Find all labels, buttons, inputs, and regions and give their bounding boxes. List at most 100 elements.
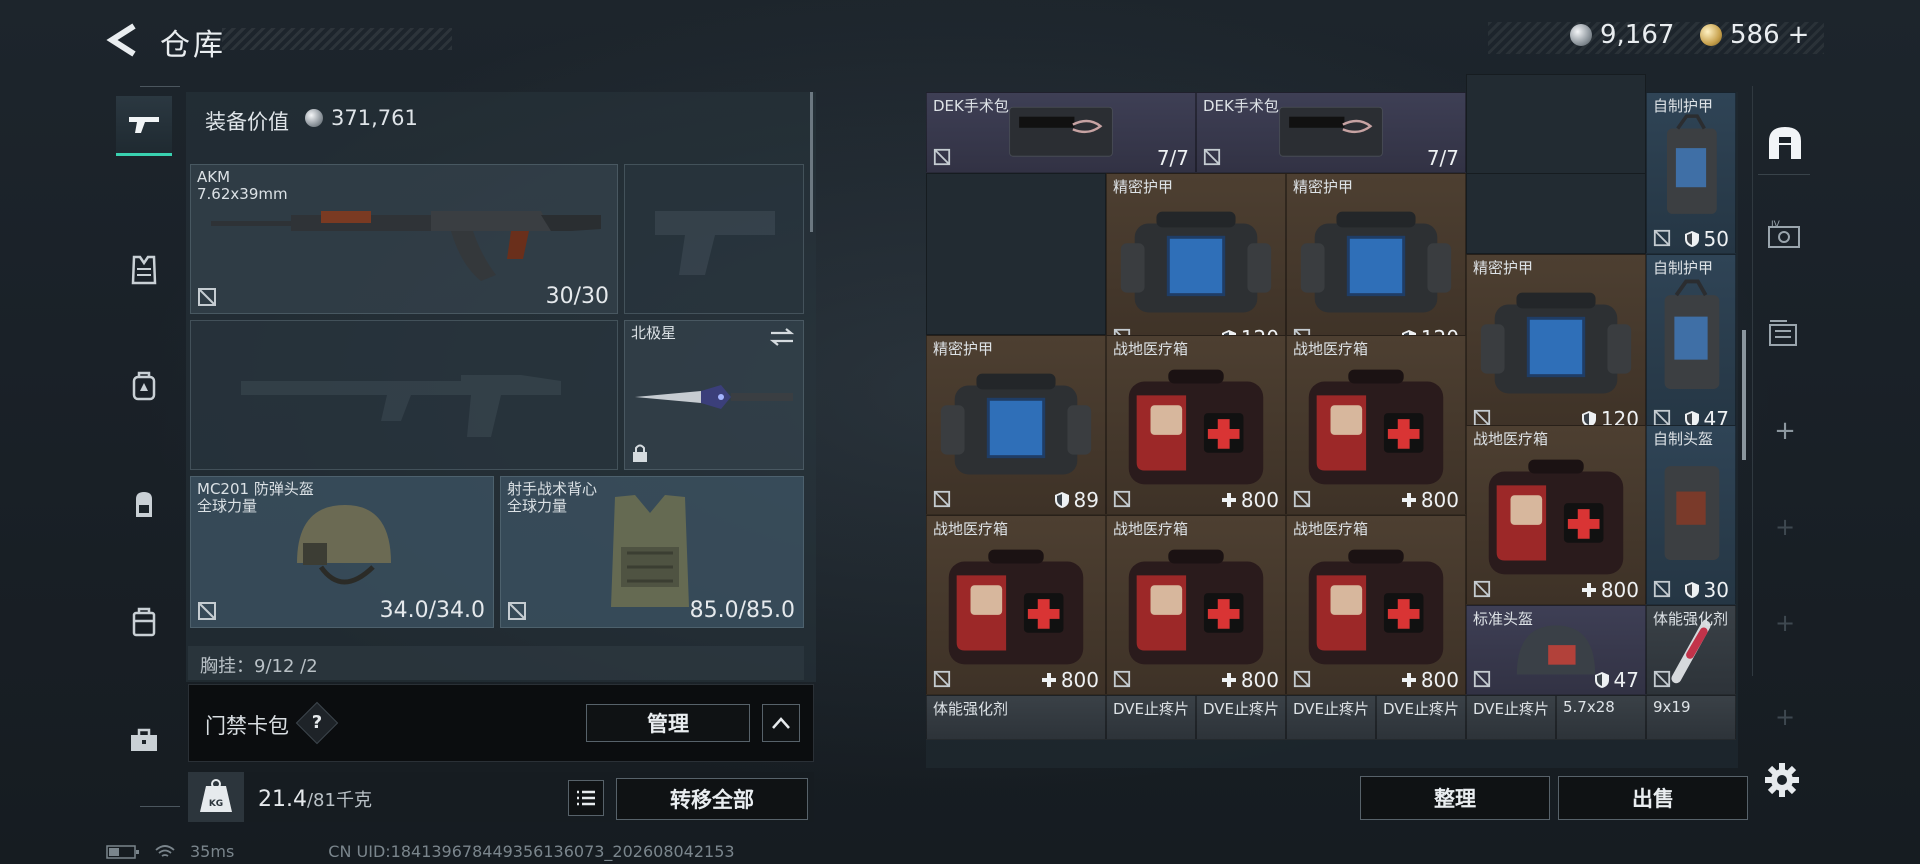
melee-slot[interactable]: 北极星 xyxy=(624,320,804,470)
stash-item[interactable]: 体能强化剂 xyxy=(926,695,1106,740)
back-arrow-icon[interactable] xyxy=(104,22,144,58)
add-gold-button[interactable]: + xyxy=(1788,20,1810,50)
vest-slot[interactable]: 射手战术背心 全球力量 85.0/85.0 xyxy=(500,476,804,628)
heal-icon xyxy=(1581,583,1596,597)
tab-weapons[interactable] xyxy=(116,96,172,156)
stash-item[interactable]: DVE止疼片 xyxy=(1106,695,1196,740)
item-value: 50 xyxy=(1684,227,1729,251)
item-name: 标准头盔 xyxy=(1473,610,1534,628)
stash-item[interactable]: DVE止疼片 xyxy=(1376,695,1466,740)
gear-icon[interactable] xyxy=(1762,760,1802,800)
backpack-icon xyxy=(132,371,156,401)
heal-icon xyxy=(1401,493,1416,507)
stash-item[interactable]: 战地医疗箱 800 xyxy=(1106,515,1286,695)
vest-image xyxy=(611,495,689,607)
vest-icon xyxy=(131,255,157,285)
item-value: 47 xyxy=(1594,668,1639,692)
stash-item[interactable]: DVE止疼片 xyxy=(1286,695,1376,740)
case-icon xyxy=(132,607,156,637)
stash-item[interactable]: DEK手术包 7/7 xyxy=(1196,92,1466,173)
stash-item[interactable]: 自制护甲 47 xyxy=(1646,254,1736,434)
helmet-durability: 34.0/34.0 xyxy=(379,598,485,623)
no-insure-icon xyxy=(1473,580,1491,598)
tab-toolbox[interactable] xyxy=(116,710,172,770)
expand-up-button[interactable] xyxy=(762,704,800,742)
swap-icon[interactable] xyxy=(769,327,795,347)
item-name: 精密护甲 xyxy=(1293,178,1354,196)
stash-item[interactable]: 自制护甲 50 xyxy=(1646,92,1736,254)
stash-item[interactable]: DVE止疼片 xyxy=(1196,695,1286,740)
weapon-durability: 30/30 xyxy=(545,284,609,309)
stash-item[interactable]: 战地医疗箱 800 xyxy=(926,515,1106,695)
stash-item[interactable]: 精密护甲120 xyxy=(1286,173,1466,353)
armor-icon xyxy=(1054,492,1069,508)
tool-slot-archive[interactable] xyxy=(1762,310,1808,356)
tab-armor-vest[interactable] xyxy=(116,240,172,300)
item-name: 战地医疗箱 xyxy=(1293,340,1369,358)
stash-item[interactable]: 标准头盔 47 xyxy=(1466,605,1646,695)
item-value: 800 xyxy=(1401,668,1459,692)
page-title: 仓库 xyxy=(160,28,226,63)
heal-icon xyxy=(1221,673,1236,687)
no-insure-icon xyxy=(1113,490,1131,508)
armor-icon xyxy=(1594,672,1609,688)
stash-scrollbar[interactable] xyxy=(1742,330,1746,460)
stash-item[interactable]: 精密护甲120 xyxy=(1106,173,1286,353)
stash-item[interactable]: 战地医疗箱 800 xyxy=(1106,335,1286,515)
secondary-weapon-slot[interactable] xyxy=(190,320,618,470)
item-name: 战地医疗箱 xyxy=(933,520,1009,538)
item-name: 9x19 xyxy=(1653,698,1691,716)
stash-item[interactable]: 5.7x28 xyxy=(1556,695,1646,740)
no-insure-icon xyxy=(1113,670,1131,688)
stash-item[interactable]: 战地医疗箱 800 xyxy=(1466,425,1646,605)
vest-name: 射手战术背心 全球力量 xyxy=(507,480,598,515)
tab-container[interactable] xyxy=(116,592,172,652)
equipment-value-label: 装备价值 xyxy=(205,110,289,134)
manage-button[interactable]: 管理 xyxy=(586,704,750,742)
item-value: 800 xyxy=(1041,668,1099,692)
tab-backpack-medical[interactable] xyxy=(116,356,172,416)
no-insure-icon xyxy=(1653,670,1671,688)
list-view-button[interactable] xyxy=(568,780,604,816)
sell-button[interactable]: 出售 xyxy=(1558,776,1748,820)
chest-rig-row[interactable]: 胸挂：9/12 /2 xyxy=(188,646,804,680)
item-name: 精密护甲 xyxy=(1473,259,1534,277)
plus-icon: + xyxy=(1774,416,1796,446)
add-slot-button[interactable]: + xyxy=(1762,408,1808,454)
stash-item[interactable]: 战地医疗箱 800 xyxy=(1286,515,1466,695)
title-decoration xyxy=(222,28,452,50)
archive-icon xyxy=(1769,320,1797,346)
weight-kg-icon: KG xyxy=(200,779,232,812)
gold-currency[interactable]: 586 + xyxy=(1700,20,1809,50)
item-name: DVE止疼片 xyxy=(1113,700,1190,718)
transfer-all-button[interactable]: 转移全部 xyxy=(616,778,808,820)
carry-weight: 21.4/81千克 xyxy=(258,787,372,812)
toolbox-icon xyxy=(131,728,157,751)
stash-item[interactable]: 自制头盔 30 xyxy=(1646,425,1736,605)
tool-slot-iv[interactable]: IV xyxy=(1762,212,1808,258)
tab-rig[interactable] xyxy=(116,474,172,534)
weight-icon-box: KG xyxy=(188,772,244,822)
stash-item[interactable]: 9x19 xyxy=(1646,695,1736,740)
stash-tab-icon xyxy=(1769,127,1801,159)
stash-item[interactable]: 体能强化剂 xyxy=(1646,605,1736,695)
helmet-slot[interactable]: MC201 防弹头盔 全球力量 34.0/34.0 xyxy=(190,476,494,628)
wifi-icon xyxy=(155,844,175,857)
rig-icon xyxy=(136,492,152,517)
stash-item[interactable]: 精密护甲120 xyxy=(1466,254,1646,434)
tool-separator xyxy=(1758,174,1810,175)
pistol-slot[interactable] xyxy=(624,164,804,314)
equipment-scrollbar[interactable] xyxy=(810,92,813,232)
stash-item[interactable]: 战地医疗箱 800 xyxy=(1286,335,1466,515)
tool-stash-tab[interactable] xyxy=(1762,120,1808,166)
stash-item[interactable]: DEK手术包 7/7 xyxy=(926,92,1196,173)
primary-weapon-slot[interactable]: AKM 7.62x39mm 30/30 xyxy=(190,164,618,314)
sort-button[interactable]: 整理 xyxy=(1360,776,1550,820)
item-name: DVE止疼片 xyxy=(1203,700,1280,718)
plus-icon: + xyxy=(1774,609,1796,637)
add-slot-button-locked: + xyxy=(1762,694,1808,740)
stash-item[interactable]: 精密护甲 89 xyxy=(926,335,1106,515)
item-value: 7/7 xyxy=(1426,146,1459,170)
keycard-bag-label: 门禁卡包 xyxy=(205,714,289,738)
stash-item[interactable]: DVE止疼片 xyxy=(1466,695,1556,740)
